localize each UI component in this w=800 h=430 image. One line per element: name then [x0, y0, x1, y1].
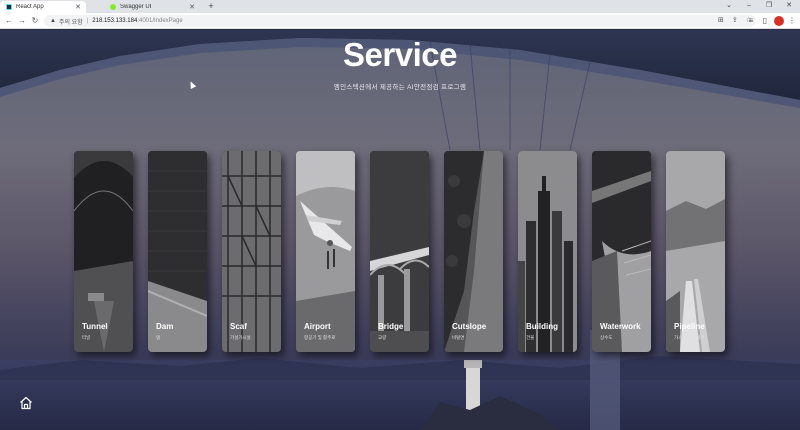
tab-swagger-ui[interactable]: Swagger UI ✕: [104, 1, 200, 13]
service-card-title: Building: [526, 322, 558, 331]
url-path: :4001/IndexPage: [137, 18, 183, 24]
service-card-subtitle: 가스배관/열배관: [674, 335, 705, 340]
service-card-cutslope[interactable]: Cutslope 비탈면: [444, 151, 503, 352]
minimize-icon[interactable]: –: [744, 0, 754, 12]
service-card-building[interactable]: Building 건물: [518, 151, 577, 352]
tab-search-icon[interactable]: ≡: [746, 15, 756, 27]
tab-react-app[interactable]: React App ✕: [0, 1, 86, 13]
service-page: Service 엠인스텍션에서 제공하는 AI안전점검 프로그램 Tunnel …: [0, 30, 800, 430]
service-card-subtitle: 댐: [156, 335, 161, 340]
service-card-subtitle: 항공기 및 활주로: [304, 335, 336, 340]
security-label: 주의 요함: [58, 19, 83, 26]
maximize-icon[interactable]: ❐: [764, 0, 774, 12]
divider: |: [86, 18, 89, 24]
chevron-down-icon[interactable]: ⌄: [724, 0, 734, 12]
service-card-subtitle: 비탈면: [452, 335, 465, 340]
service-card-title: Cutslope: [452, 322, 487, 331]
tab-label: Swagger UI: [120, 4, 152, 10]
close-icon[interactable]: ✕: [784, 0, 794, 12]
browser-tab-bar: React App ✕ Swagger UI ✕ + ⌄ – ❐ ✕: [0, 0, 800, 13]
swagger-favicon-icon: [110, 4, 116, 10]
service-card-title: Airport: [304, 322, 331, 331]
url-host: 218.153.133.184: [92, 18, 138, 24]
forward-icon[interactable]: →: [17, 15, 27, 27]
address-bar: ← → ↻ ▲ 주의 요함 | 218.153.133.184 :4001/In…: [0, 13, 800, 29]
react-favicon-icon: [6, 4, 12, 10]
page-subtitle: 엠인스텍션에서 제공하는 AI안전점검 프로그램: [333, 84, 467, 91]
service-card-title: Waterwork: [600, 322, 641, 331]
avatar[interactable]: [774, 16, 784, 26]
service-card-subtitle: 가설가시설: [230, 335, 251, 340]
menu-icon[interactable]: ⋮: [788, 15, 796, 27]
service-card-title: Pipeline: [674, 322, 705, 331]
warning-icon: ▲: [50, 18, 56, 24]
new-tab-button[interactable]: +: [206, 1, 216, 11]
service-card-subtitle: 건물: [526, 335, 535, 340]
service-card-bridge[interactable]: Bridge 교량: [370, 151, 429, 352]
service-card-scaf[interactable]: Scaf 가설가시설: [222, 151, 281, 352]
service-card-subtitle: 터널: [82, 335, 91, 340]
service-card-pipeline[interactable]: Pipeline 가스배관/열배관: [666, 151, 725, 352]
service-card-subtitle: 교량: [378, 335, 387, 340]
close-icon[interactable]: ✕: [74, 3, 82, 11]
service-card-list: Tunnel 터널 Dam 댐 Scaf 가설가시설 Airport 항공기 및…: [74, 151, 727, 352]
service-card-title: Scaf: [230, 322, 247, 331]
sidebar-icon[interactable]: ▯: [760, 15, 770, 27]
home-icon: [20, 396, 32, 410]
window-controls: ⌄ – ❐ ✕: [724, 0, 794, 12]
page-title: Service: [343, 36, 457, 73]
service-card-title: Tunnel: [82, 322, 108, 331]
back-icon[interactable]: ←: [4, 15, 14, 27]
service-card-title: Dam: [156, 322, 174, 331]
home-button[interactable]: [19, 396, 33, 410]
reload-icon[interactable]: ↻: [30, 15, 40, 27]
service-card-subtitle: 상수도: [600, 335, 613, 340]
service-card-airport[interactable]: Airport 항공기 및 활주로: [296, 151, 355, 352]
service-card-tunnel[interactable]: Tunnel 터널: [74, 151, 133, 352]
service-card-title: Bridge: [378, 322, 404, 331]
close-icon[interactable]: ✕: [188, 3, 196, 11]
share-icon[interactable]: ⇪: [732, 15, 738, 27]
service-card-waterwork[interactable]: Waterwork 상수도: [592, 151, 651, 352]
translate-icon[interactable]: ⊞: [718, 15, 724, 27]
url-input[interactable]: ▲ 주의 요함 | 218.153.133.184 :4001/IndexPag…: [44, 15, 756, 27]
service-card-dam[interactable]: Dam 댐: [148, 151, 207, 352]
tab-label: React App: [16, 4, 44, 10]
